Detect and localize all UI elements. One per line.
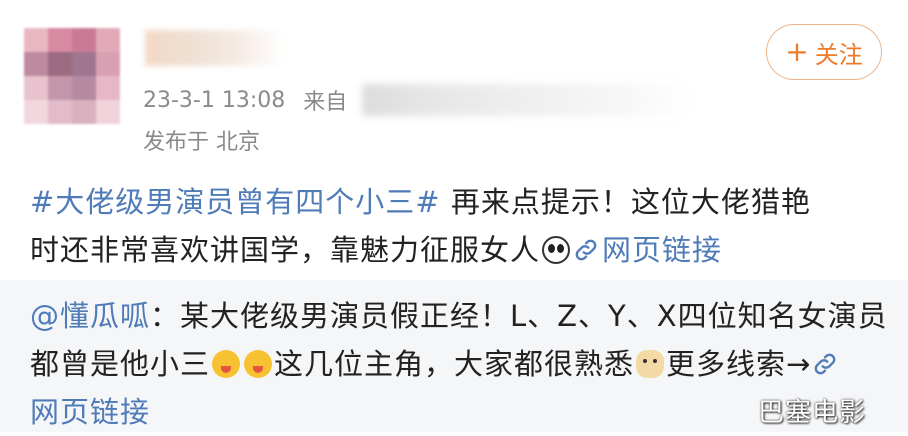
repost-line-2: 都曾是他小三 这几位主角，大家都很熟悉 更多线索→ (30, 340, 890, 388)
post-meta: 23-3-1 13:08 来自 (143, 86, 348, 116)
repost-text-2a: 都曾是他小三 (30, 347, 211, 381)
username-redacted[interactable] (145, 30, 285, 66)
web-link[interactable]: 网页链接 (572, 233, 722, 267)
repost-web-link[interactable]: 网页链接 (30, 395, 150, 429)
post-text-1: 再来点提示！这位大佬猎艳 (440, 185, 811, 219)
panda-emoji-icon (542, 236, 571, 264)
plus-icon: + (785, 35, 809, 68)
source-label: 来自 (303, 90, 348, 115)
follow-label: 关注 (814, 40, 863, 69)
avatar[interactable] (24, 28, 120, 124)
web-link-label: 网页链接 (602, 233, 723, 267)
post-text-2: 时还非常喜欢讲国学，靠魅力征服女人 (30, 233, 541, 267)
topic-link[interactable]: #大佬级男演员曾有四个小三# (30, 185, 441, 219)
post-location: 发布于 北京 (143, 130, 260, 155)
repost-text-2c: 更多线索→ (666, 347, 812, 381)
yum-emoji-icon (244, 350, 273, 378)
source-redacted (362, 84, 692, 116)
link-icon (575, 239, 597, 261)
yum-emoji-icon (212, 350, 241, 378)
repost-line-1: @懂瓜呱：某大佬级男演员假正经！L、Z、Y、X四位知名女演员 (30, 292, 890, 340)
repost-text-2b: 这几位主角，大家都很熟悉 (274, 347, 635, 381)
post-line-2: 时还非常喜欢讲国学，靠魅力征服女人 网页链接 (30, 226, 890, 274)
follow-button[interactable]: + 关注 (766, 24, 882, 80)
post-time: 23-3-1 13:08 (143, 87, 286, 113)
mention-link[interactable]: @懂瓜呱 (30, 299, 150, 333)
post-line-1: #大佬级男演员曾有四个小三# 再来点提示！这位大佬猎艳 (30, 178, 890, 226)
doge-emoji-icon (636, 350, 665, 378)
repost-text-1: ：某大佬级男演员假正经！L、Z、Y、X四位知名女演员 (150, 299, 888, 333)
post-body: #大佬级男演员曾有四个小三# 再来点提示！这位大佬猎艳 时还非常喜欢讲国学，靠魅… (30, 178, 890, 274)
link-icon[interactable] (811, 350, 839, 378)
watermark: 巴塞电影 (758, 398, 867, 428)
